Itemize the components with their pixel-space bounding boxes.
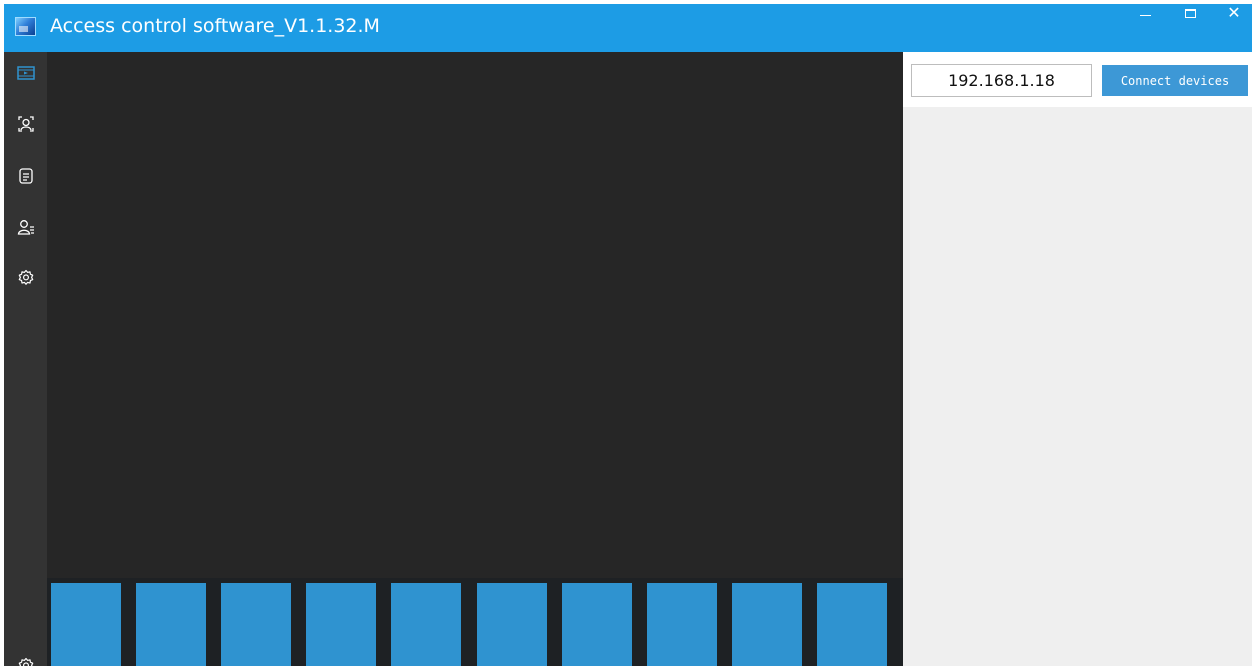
window-title: Access control software_V1.1.32.M xyxy=(50,15,380,37)
device-panel: Connect devices xyxy=(903,52,1252,666)
title-bar: Access control software_V1.1.32.M ✕ xyxy=(4,4,1252,52)
maximize-icon xyxy=(1184,8,1196,18)
thumbnail-strip xyxy=(47,578,903,666)
video-thumbnail[interactable] xyxy=(817,583,887,666)
connect-devices-button[interactable]: Connect devices xyxy=(1102,65,1248,96)
sidebar-item-live-video[interactable] xyxy=(4,53,47,93)
video-thumbnail[interactable] xyxy=(136,583,206,666)
sidebar xyxy=(4,52,47,666)
video-thumbnail[interactable] xyxy=(477,583,547,666)
video-thumbnail[interactable] xyxy=(306,583,376,666)
gear-icon xyxy=(18,657,33,666)
maximize-button[interactable] xyxy=(1177,4,1203,22)
connection-bar: Connect devices xyxy=(903,52,1252,107)
user-list-icon xyxy=(17,220,34,235)
sidebar-item-personnel[interactable] xyxy=(4,207,47,247)
gear-icon xyxy=(18,269,33,285)
video-thumbnail[interactable] xyxy=(562,583,632,666)
video-icon xyxy=(16,66,35,80)
ip-address-input[interactable] xyxy=(911,64,1092,97)
video-thumbnail[interactable] xyxy=(732,583,802,666)
document-icon xyxy=(18,168,33,184)
app-logo-icon xyxy=(15,17,36,36)
close-button[interactable]: ✕ xyxy=(1221,4,1247,22)
minimize-button[interactable] xyxy=(1132,4,1158,22)
video-thumbnail[interactable] xyxy=(221,583,291,666)
sidebar-item-settings[interactable] xyxy=(4,258,47,298)
sidebar-item-face-recognition[interactable] xyxy=(4,104,47,144)
sidebar-bottom-settings[interactable] xyxy=(4,646,47,666)
sidebar-item-records[interactable] xyxy=(4,156,47,196)
face-icon xyxy=(17,116,34,132)
video-thumbnail[interactable] xyxy=(647,583,717,666)
minimize-icon xyxy=(1139,14,1151,16)
video-thumbnail[interactable] xyxy=(391,583,461,666)
video-thumbnail[interactable] xyxy=(51,583,121,666)
video-preview-area[interactable] xyxy=(47,52,903,578)
